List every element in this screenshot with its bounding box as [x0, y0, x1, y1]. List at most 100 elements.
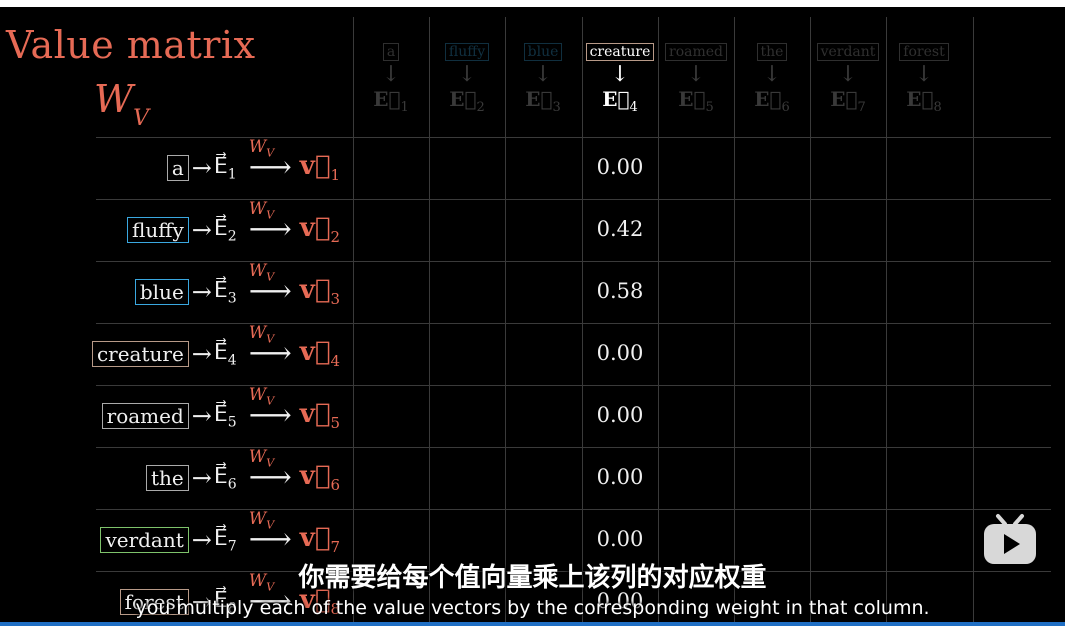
value-map-arrow-icon: WV ⟶: [248, 199, 292, 247]
right-arrow-icon: →: [191, 154, 212, 182]
column-header-verdant: verdant↓E⃗7: [810, 43, 886, 135]
value-map-arrow-icon: WV ⟶: [248, 323, 292, 371]
value-map-arrow-icon: WV ⟶: [248, 137, 292, 185]
grid-horizontal-line: [96, 385, 1051, 386]
column-word: blue: [523, 43, 563, 61]
token-word: fluffy: [127, 217, 189, 243]
matrix-symbol: WV: [94, 77, 149, 131]
row-label-blue: blue→E⃗3 WV⟶v⃗3: [134, 261, 340, 309]
value-vector: v⃗3: [299, 275, 340, 309]
column-word: verdant: [816, 43, 880, 61]
token-word: the: [146, 465, 189, 491]
map-label: WV: [248, 447, 275, 470]
map-label: WV: [248, 385, 275, 408]
column-word: a: [382, 43, 400, 61]
column-header-roamed: roamed↓E⃗5: [658, 43, 734, 135]
weight-cell: 0.00: [596, 403, 644, 427]
column-header-fluffy: fluffy↓E⃗2: [429, 43, 505, 135]
embedding-vector: E⃗3: [525, 87, 561, 115]
down-arrow-icon: ↓: [914, 62, 934, 87]
row-label-the: the→E⃗6 WV⟶v⃗6: [146, 447, 340, 495]
value-map-arrow-icon: WV ⟶: [248, 509, 292, 557]
value-map-arrow-icon: WV ⟶: [248, 385, 292, 433]
embedding-vector: E⃗4: [213, 339, 237, 369]
row-label-roamed: roamed→E⃗5 WV⟶v⃗5: [101, 385, 340, 433]
value-vector: v⃗6: [299, 461, 340, 495]
right-arrow-icon: →: [191, 402, 212, 430]
column-header-creature: creature↓E⃗4: [582, 43, 658, 135]
value-vector: v⃗1: [299, 151, 340, 185]
column-word: creature: [585, 43, 655, 61]
grid-horizontal-line: [96, 261, 1051, 262]
embedding-vector: E⃗1: [373, 87, 409, 115]
weight-cell: 0.00: [596, 527, 644, 551]
token-word: verdant: [100, 527, 189, 553]
row-label-creature: creature→E⃗4 WV⟶v⃗4: [91, 323, 340, 371]
value-vector: v⃗2: [299, 213, 340, 247]
down-arrow-icon: ↓: [838, 62, 858, 87]
embedding-vector: E⃗5: [213, 401, 237, 431]
grid-horizontal-line: [96, 447, 1051, 448]
grid-horizontal-line: [96, 137, 1051, 138]
embedding-vector: E⃗2: [213, 215, 237, 245]
column-header-forest: forest↓E⃗8: [886, 43, 962, 135]
column-header-blue: blue↓E⃗3: [505, 43, 581, 135]
map-label: WV: [248, 509, 275, 532]
down-arrow-icon: ↓: [610, 62, 630, 87]
grid-vertical-line: [973, 17, 974, 626]
embedding-vector: E⃗6: [213, 463, 237, 493]
down-arrow-icon: ↓: [457, 62, 477, 87]
down-arrow-icon: ↓: [686, 62, 706, 87]
map-label: WV: [248, 261, 275, 284]
token-word: blue: [134, 279, 189, 305]
page-title: Value matrix: [6, 23, 256, 67]
right-arrow-icon: →: [191, 216, 212, 244]
map-label: WV: [248, 323, 275, 346]
subtitle-english: you multiply each of the value vectors b…: [135, 597, 930, 619]
embedding-vector: E⃗5: [678, 87, 714, 115]
row-label-fluffy: fluffy→E⃗2 WV⟶v⃗2: [127, 199, 340, 247]
grid-horizontal-line: [96, 199, 1051, 200]
column-word: roamed: [665, 43, 727, 61]
embedding-vector: E⃗8: [906, 87, 942, 115]
video-frame[interactable]: Value matrix WV a↓E⃗1fluffy↓E⃗2blue↓E⃗3c…: [0, 7, 1065, 626]
column-header-a: a↓E⃗1: [353, 43, 429, 135]
map-label: WV: [248, 137, 275, 160]
down-arrow-icon: ↓: [762, 62, 782, 87]
right-arrow-icon: →: [191, 526, 212, 554]
token-word: creature: [91, 341, 189, 367]
embedding-vector: E⃗6: [754, 87, 790, 115]
token-word: roamed: [101, 403, 189, 429]
map-label: WV: [248, 199, 275, 222]
column-header-the: the↓E⃗6: [734, 43, 810, 135]
weight-cell: 0.58: [596, 279, 644, 303]
column-word: forest: [899, 43, 949, 61]
embedding-vector: E⃗7: [830, 87, 866, 115]
right-arrow-icon: →: [191, 340, 212, 368]
weight-cell: 0.00: [596, 155, 644, 179]
down-arrow-icon: ↓: [381, 62, 401, 87]
progress-line: [0, 622, 1065, 626]
weight-cell: 0.00: [596, 465, 644, 489]
token-word: a: [166, 155, 189, 181]
row-label-verdant: verdant→E⃗7 WV⟶v⃗7: [100, 509, 340, 557]
column-word: the: [756, 43, 788, 61]
value-map-arrow-icon: WV ⟶: [248, 447, 292, 495]
embedding-vector: E⃗2: [449, 87, 485, 115]
grid-horizontal-line: [96, 323, 1051, 324]
embedding-vector: E⃗1: [213, 153, 237, 183]
embedding-vector: E⃗4: [602, 87, 638, 115]
embedding-vector: E⃗3: [213, 277, 237, 307]
subtitle-chinese: 你需要给每个值向量乘上该列的对应权重: [298, 563, 767, 593]
value-vector: v⃗7: [299, 523, 340, 557]
value-map-arrow-icon: WV ⟶: [248, 261, 292, 309]
right-arrow-icon: →: [191, 464, 212, 492]
embedding-vector: E⃗7: [213, 525, 237, 555]
row-label-a: a→E⃗1 WV⟶v⃗1: [166, 137, 340, 185]
grid-horizontal-line: [96, 509, 1051, 510]
weight-cell: 0.42: [596, 217, 644, 241]
weight-cell: 0.00: [596, 341, 644, 365]
column-word: fluffy: [444, 43, 490, 61]
down-arrow-icon: ↓: [533, 62, 553, 87]
right-arrow-icon: →: [191, 278, 212, 306]
